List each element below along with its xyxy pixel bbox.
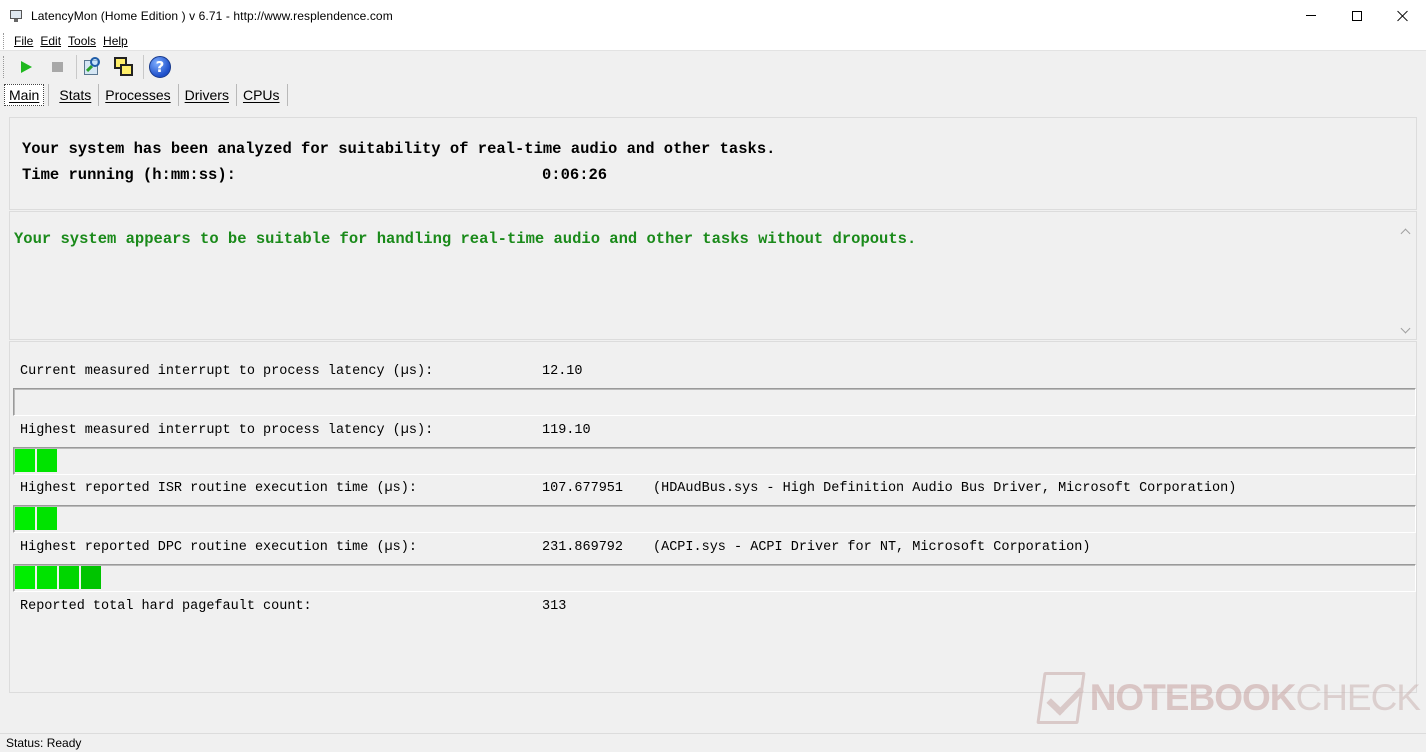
status-bar: Status: Ready: [0, 733, 1426, 752]
highest-latency-bar: [13, 447, 1416, 475]
scroll-down-icon[interactable]: [1400, 323, 1411, 334]
bar-segment: [59, 566, 79, 589]
maximize-button[interactable]: [1334, 0, 1380, 31]
checkmark-icon: [1036, 672, 1086, 724]
isr-time-label: Highest reported ISR routine execution t…: [20, 481, 417, 496]
dpc-time-bar: [13, 564, 1416, 592]
scroll-up-icon[interactable]: [1400, 228, 1411, 239]
time-running-label: Time running (h:mm:ss):: [22, 166, 236, 184]
window-title: LatencyMon (Home Edition ) v 6.71 - http…: [31, 8, 393, 23]
tab-processes[interactable]: Processes: [99, 83, 179, 106]
menu-help[interactable]: Help: [103, 34, 128, 48]
play-icon: [20, 61, 32, 73]
toolbar: ?: [0, 52, 1426, 82]
notebookcheck-logo: NOTEBOOKCHECK: [1036, 668, 1421, 728]
bar-segment: [81, 566, 101, 589]
time-running-value: 0:06:26: [542, 166, 608, 184]
bar-segment: [37, 449, 57, 472]
menu-edit[interactable]: Edit: [40, 34, 61, 48]
help-icon: ?: [149, 56, 171, 78]
isr-time-bar: [13, 505, 1416, 533]
help-button[interactable]: ?: [148, 55, 172, 79]
current-latency-bar: [13, 388, 1416, 416]
close-icon: [1397, 10, 1409, 22]
bar-segment: [15, 566, 35, 589]
tab-separator: [48, 83, 50, 106]
isr-time-value: 107.677951: [542, 481, 624, 496]
watermark-light: CHECK: [1295, 677, 1421, 718]
summary-panel: Your system has been analyzed for suitab…: [9, 117, 1417, 210]
pagefault-label: Reported total hard pagefault count:: [20, 599, 312, 614]
dpc-time-value: 231.869792: [542, 540, 624, 555]
minimize-icon: [1306, 15, 1316, 16]
tab-stats[interactable]: Stats: [53, 83, 100, 106]
close-button[interactable]: [1380, 0, 1426, 31]
highest-latency-value: 119.10: [542, 423, 591, 438]
verdict-panel[interactable]: Your system appears to be suitable for h…: [9, 211, 1417, 340]
tab-main[interactable]: Main: [4, 83, 45, 106]
tab-cpus[interactable]: CPUs: [237, 83, 288, 106]
tab-bar: Main Stats Processes Drivers CPUs: [0, 82, 1426, 107]
dpc-driver: (ACPI.sys - ACPI Driver for NT, Microsof…: [653, 540, 1091, 555]
windows-icon: [113, 56, 135, 78]
menu-file[interactable]: File: [14, 34, 33, 48]
minimize-button[interactable]: [1288, 0, 1334, 31]
bar-segment: [37, 507, 57, 530]
pagefault-value: 313: [542, 599, 567, 614]
analyze-button[interactable]: [81, 55, 105, 79]
bar-segment: [15, 449, 35, 472]
isr-driver: (HDAudBus.sys - High Definition Audio Bu…: [653, 481, 1237, 496]
verdict-message: Your system appears to be suitable for h…: [14, 230, 917, 248]
stop-icon: [51, 62, 63, 72]
analysis-summary: Your system has been analyzed for suitab…: [22, 140, 776, 158]
menu-grip[interactable]: [3, 32, 6, 49]
tab-drivers[interactable]: Drivers: [179, 83, 237, 106]
menu-bar: File Edit Tools Help: [0, 31, 1426, 51]
current-latency-label: Current measured interrupt to process la…: [20, 364, 434, 379]
isr-time-bar-fill: [15, 507, 59, 530]
toolbar-separator: [76, 55, 77, 79]
title-bar: LatencyMon (Home Edition ) v 6.71 - http…: [0, 0, 1426, 31]
toolbar-grip[interactable]: [3, 56, 6, 78]
start-button[interactable]: [14, 55, 38, 79]
verdict-scrollbar[interactable]: [1397, 227, 1414, 337]
bar-segment: [15, 507, 35, 530]
bar-segment: [37, 566, 57, 589]
highest-latency-bar-fill: [15, 449, 59, 472]
highest-latency-label: Highest measured interrupt to process la…: [20, 423, 434, 438]
status-text: Status: Ready: [6, 736, 82, 750]
toolbar-separator: [143, 55, 144, 79]
watermark-text: NOTEBOOKCHECK: [1089, 677, 1421, 719]
current-latency-value: 12.10: [542, 364, 583, 379]
search-icon: [82, 56, 104, 78]
dpc-time-label: Highest reported DPC routine execution t…: [20, 540, 417, 555]
menu-tools[interactable]: Tools: [68, 34, 96, 48]
windows-button[interactable]: [112, 55, 136, 79]
dpc-time-bar-fill: [15, 566, 103, 589]
metrics-panel: Current measured interrupt to process la…: [9, 341, 1417, 693]
watermark-bold: NOTEBOOK: [1089, 677, 1297, 718]
maximize-icon: [1352, 10, 1362, 21]
stop-button[interactable]: [45, 55, 69, 79]
monitor-icon: [9, 8, 25, 24]
